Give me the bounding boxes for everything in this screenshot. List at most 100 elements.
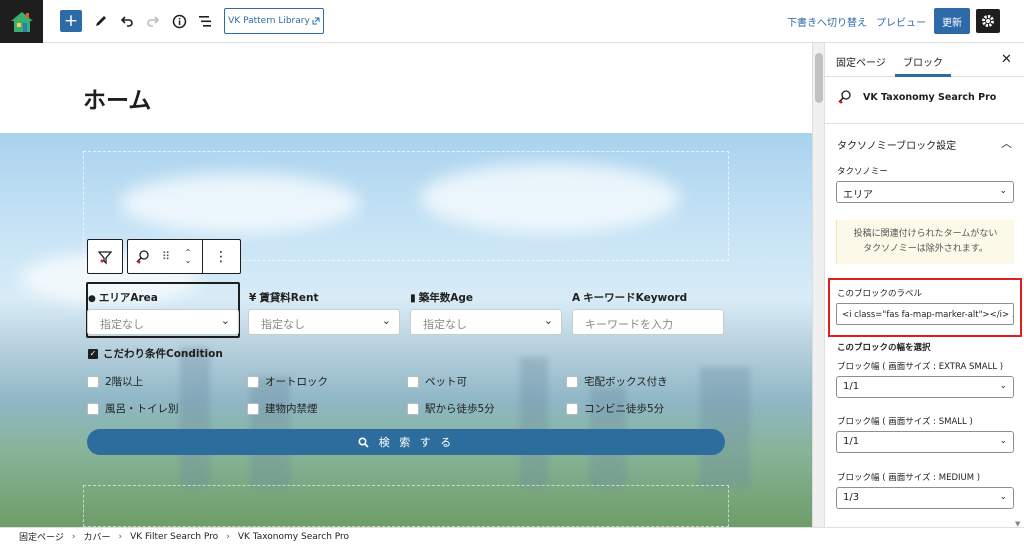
search-button-label: 検 索 す る	[378, 436, 455, 449]
chevron-down-icon: ⌄	[220, 314, 230, 327]
move-down-icon[interactable]: ⌄	[185, 256, 192, 265]
chevron-up-icon[interactable]: ︿	[1001, 135, 1012, 151]
condition-label: 建物内禁煙	[265, 403, 318, 415]
preview-link[interactable]: プレビュー	[876, 14, 926, 29]
notice-box: 投稿に関連付けられたタームがない タクソノミーは除外されます。	[836, 220, 1014, 264]
switch-to-draft-link[interactable]: 下書きへ切り替え	[787, 14, 867, 29]
block-label-title: このブロックのラベル	[837, 289, 923, 299]
chevron-down-icon: ⌄	[543, 314, 553, 327]
undo-button[interactable]	[116, 10, 138, 32]
gear-icon	[982, 15, 994, 27]
notice-text: 投稿に関連付けられたタームがない	[853, 229, 998, 239]
block-card-title: VK Taxonomy Search Pro	[863, 91, 997, 103]
area-field-label: ● エリアArea	[88, 292, 158, 304]
settings-button[interactable]	[976, 9, 1000, 33]
details-button[interactable]	[168, 10, 190, 32]
tab-block[interactable]: ブロック	[903, 54, 943, 69]
rent-select[interactable]: 指定なし ⌄	[248, 309, 400, 335]
block-type-button[interactable]	[128, 240, 158, 273]
search-button[interactable]: 検 索 す る	[87, 429, 725, 455]
divider	[825, 123, 1024, 124]
font-icon: A	[572, 292, 581, 304]
width-sm-select[interactable]: 1/1 ⌄	[836, 431, 1014, 453]
block-card: VK Taxonomy Search Pro	[837, 89, 996, 105]
area-select[interactable]: 指定なし ⌄	[87, 309, 239, 335]
checkbox[interactable]	[407, 402, 419, 415]
breadcrumb: 固定ページ › カバー › VK Filter Search Pro › VK …	[0, 527, 1024, 545]
checkbox[interactable]	[87, 375, 99, 388]
taxonomy-search-icon	[136, 249, 149, 263]
inner-group-block-lower[interactable]	[83, 485, 729, 527]
chevron-down-icon: ⌄	[999, 186, 1007, 196]
keyword-field-label: A キーワードKeyword	[572, 292, 688, 304]
condition-checkbox[interactable]: オートロック	[247, 374, 328, 389]
add-block-button[interactable]: +	[60, 10, 82, 32]
building-shape	[520, 357, 548, 487]
chevron-right-icon: ›	[118, 531, 123, 542]
tab-page[interactable]: 固定ページ	[836, 54, 886, 69]
keyword-input[interactable]: キーワードを入力	[572, 309, 724, 335]
width-xs-select[interactable]: 1/1 ⌄	[836, 376, 1014, 398]
chevron-down-icon: ⌄	[999, 492, 1007, 502]
age-select[interactable]: 指定なし ⌄	[410, 309, 562, 335]
checkbox[interactable]	[566, 402, 578, 415]
pencil-icon	[96, 16, 106, 26]
canvas-scrollbar[interactable]	[812, 43, 824, 527]
site-home-logo[interactable]	[0, 0, 43, 43]
width-xs-label: ブロック幅 ( 画面サイズ : EXTRA SMALL )	[837, 362, 1004, 372]
checkbox[interactable]	[566, 375, 578, 388]
block-label-input[interactable]: <i class="fas fa-map-marker-alt"></i> エ	[836, 303, 1014, 325]
settings-sidebar: 固定ページ ブロック ✕ VK Taxonomy Search Pro タクソノ…	[824, 43, 1024, 527]
checkbox[interactable]	[87, 402, 99, 415]
checkbox[interactable]	[407, 375, 419, 388]
update-button[interactable]: 更新	[934, 8, 970, 34]
chevron-right-icon: ›	[226, 531, 230, 542]
chevron-right-icon: ›	[71, 531, 76, 542]
page-title[interactable]: ホーム	[83, 81, 151, 115]
condition-label: 風呂・トイレ別	[105, 403, 179, 415]
edit-tool-button[interactable]	[90, 10, 112, 32]
pattern-library-button[interactable]: VK Pattern Library	[224, 8, 324, 34]
editor-top-toolbar: + VK Pattern Library 下書きへ切り替え プレビュー 更新	[0, 0, 1024, 43]
building-shape	[180, 347, 210, 487]
condition-checkbox[interactable]: コンビニ徒歩5分	[566, 401, 664, 416]
condition-checkbox[interactable]: 建物内禁煙	[247, 401, 318, 416]
checkbox[interactable]	[247, 375, 259, 388]
list-view-button[interactable]	[194, 10, 216, 32]
breadcrumb-item[interactable]: VK Filter Search Pro	[130, 532, 218, 542]
search-icon	[358, 436, 369, 448]
breadcrumb-item[interactable]: カバー	[83, 530, 110, 543]
age-field-label: ▮ 築年数Age	[410, 292, 474, 304]
drag-handle-icon[interactable]: ⠿	[158, 240, 174, 273]
taxonomy-search-icon	[838, 90, 851, 104]
house-icon	[10, 11, 33, 32]
condition-checkbox[interactable]: 宅配ボックス付き	[566, 374, 668, 389]
taxonomy-label: タクソノミー	[837, 167, 888, 177]
width-section-title: このブロックの幅を選択	[837, 343, 931, 353]
editor-canvas: ホーム ⠿ ⌃ ⌄ ⋮ ● エリアArea 指定なし ⌄ ¥ 賃貸料Rent 指…	[0, 43, 812, 527]
condition-checkbox[interactable]: 駅から徒歩5分	[407, 401, 495, 416]
panel-title[interactable]: タクソノミーブロック設定	[837, 137, 956, 152]
block-toolbar: ⠿ ⌃ ⌄ ⋮	[127, 239, 241, 274]
rent-field-label: ¥ 賃貸料Rent	[249, 292, 319, 304]
checkbox[interactable]	[247, 402, 259, 415]
condition-checkbox[interactable]: ペット可	[407, 374, 467, 389]
redo-button[interactable]	[142, 10, 164, 32]
condition-checkbox[interactable]: 風呂・トイレ別	[87, 401, 179, 416]
width-md-select[interactable]: 1/3 ⌄	[836, 487, 1014, 509]
map-marker-icon: ●	[88, 294, 96, 304]
undo-icon	[120, 16, 133, 27]
close-icon[interactable]: ✕	[1001, 52, 1012, 67]
external-link-icon	[312, 17, 320, 25]
more-options-icon[interactable]: ⋮	[203, 240, 239, 273]
parent-block-selector[interactable]	[87, 239, 123, 274]
redo-icon	[147, 16, 160, 27]
scrollbar-thumb[interactable]	[815, 53, 823, 103]
breadcrumb-item[interactable]: 固定ページ	[19, 530, 64, 543]
active-tab-indicator	[895, 74, 951, 77]
breadcrumb-item[interactable]: VK Taxonomy Search Pro	[238, 532, 349, 542]
condition-title: ✓ こだわり条件Condition	[88, 348, 223, 360]
taxonomy-select[interactable]: エリア ⌄	[836, 181, 1014, 203]
notice-text: タクソノミーは除外されます。	[863, 244, 988, 254]
condition-checkbox[interactable]: 2階以上	[87, 374, 143, 389]
